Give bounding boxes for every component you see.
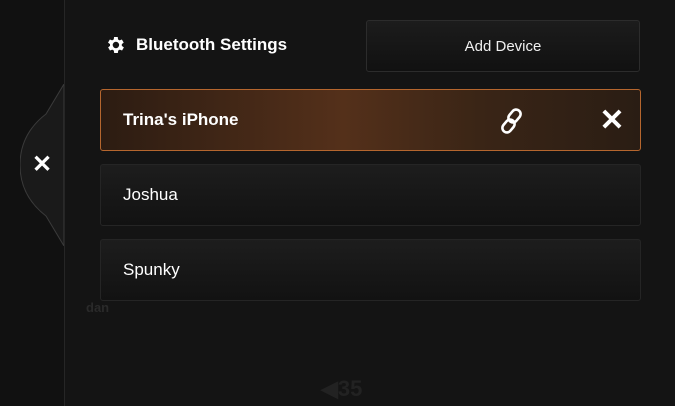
device-name: Trina's iPhone	[123, 110, 239, 129]
header: Bluetooth Settings Add Device	[100, 20, 640, 72]
gear-icon	[108, 37, 124, 53]
add-device-button[interactable]: Add Device	[366, 20, 640, 72]
close-panel-tab[interactable]: ✕	[20, 84, 64, 246]
device-row-trinas-iphone[interactable]: Trina's iPhone ✕	[100, 89, 641, 151]
remove-device-icon[interactable]: ✕	[597, 106, 627, 136]
bluetooth-settings-screen: ✕ dan ◀35 Bluetooth Settings Add Device …	[0, 0, 675, 406]
close-icon[interactable]: ✕	[20, 150, 64, 180]
device-list: Trina's iPhone ✕ Joshua Spunky	[100, 89, 641, 314]
device-name: Spunky	[123, 260, 180, 279]
device-name: Joshua	[123, 185, 178, 204]
page-title: Bluetooth Settings	[136, 35, 288, 54]
link-icon[interactable]	[497, 106, 527, 136]
device-row-joshua[interactable]: Joshua	[100, 164, 641, 226]
device-row-spunky[interactable]: Spunky	[100, 239, 641, 301]
title-group: Bluetooth Settings	[104, 34, 287, 56]
volume-indicator: ◀35	[321, 376, 363, 401]
